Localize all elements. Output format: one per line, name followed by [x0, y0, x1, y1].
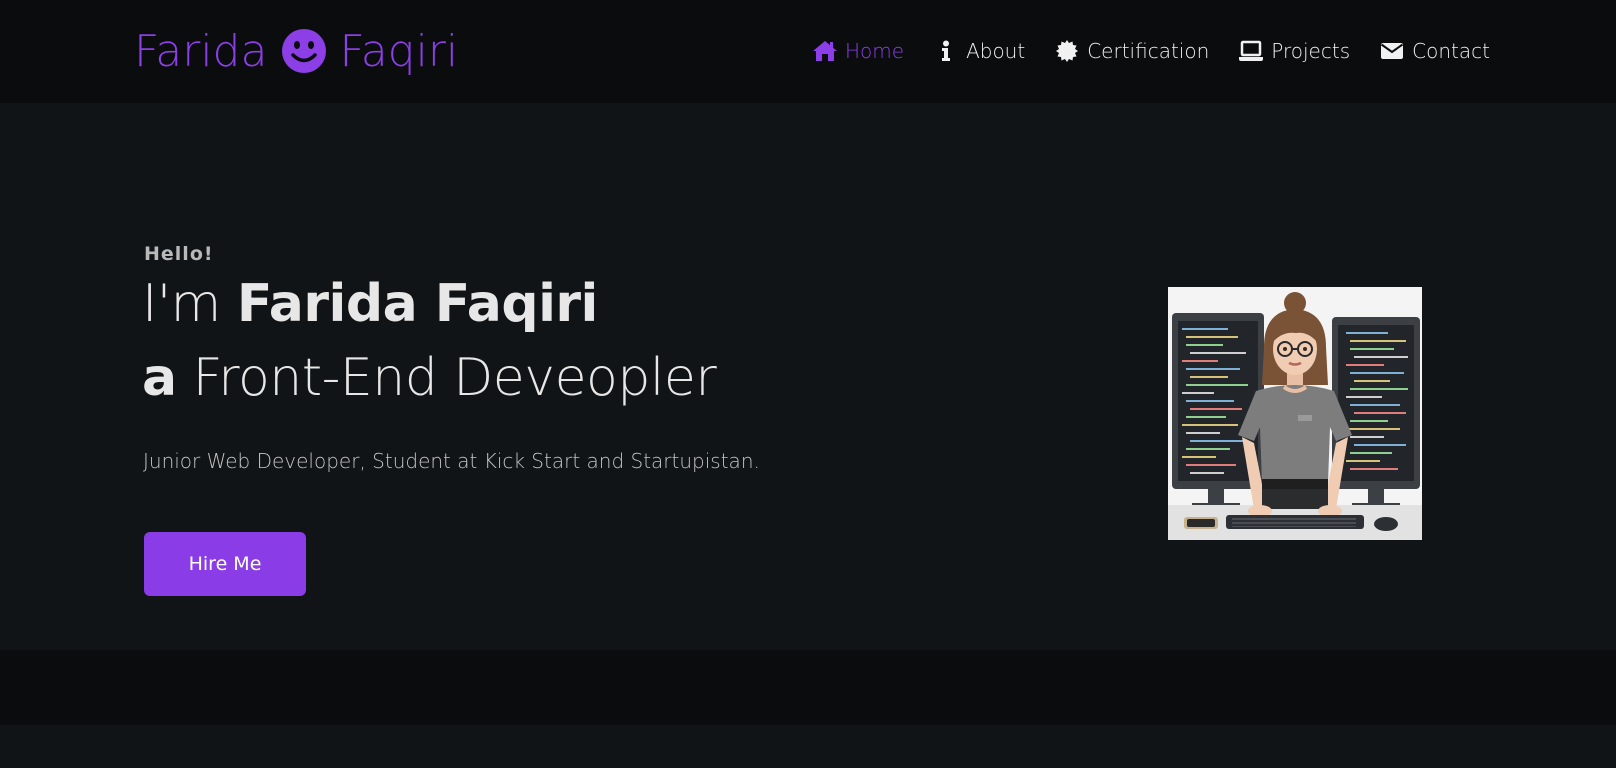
hero-name: Farida Faqiri — [236, 274, 599, 334]
role-title: Front-End Deveopler — [192, 348, 717, 408]
brand-first-name: Farida — [134, 25, 268, 77]
nav-item-label: About — [966, 39, 1026, 63]
greeting: Hello! — [144, 243, 214, 265]
nav-item-about[interactable]: About — [933, 39, 1025, 63]
nav-item-projects[interactable]: Projects — [1238, 39, 1350, 63]
navbar: Farida Faqiri Home About Certification P… — [0, 0, 1616, 103]
laptop-icon — [1238, 39, 1264, 63]
hire-me-button[interactable]: Hire Me — [144, 532, 306, 596]
smiley-icon — [281, 28, 327, 74]
brand-logo[interactable]: Farida Faqiri — [134, 22, 458, 80]
tagline: Junior Web Developer, Student at Kick St… — [143, 449, 760, 473]
info-icon — [933, 39, 959, 63]
section-divider — [0, 650, 1616, 725]
intro-heading: I'm Farida Faqiri — [142, 274, 598, 334]
role-prefix: a — [142, 348, 177, 408]
envelope-icon — [1379, 39, 1405, 63]
next-section — [0, 725, 1616, 768]
main-nav: Home About Certification Projects Contac… — [812, 34, 1490, 68]
brand-last-name: Faqiri — [339, 25, 459, 77]
nav-item-label: Projects — [1271, 39, 1351, 63]
nav-item-home[interactable]: Home — [812, 39, 904, 63]
hero-section: Hello! I'm Farida Faqiri a Front-End Dev… — [0, 103, 1616, 650]
nav-item-contact[interactable]: Contact — [1379, 39, 1490, 63]
home-icon — [812, 39, 838, 63]
nav-item-label: Contact — [1412, 39, 1490, 63]
intro-prefix: I'm — [142, 274, 221, 334]
nav-item-certification[interactable]: Certification — [1054, 39, 1209, 63]
nav-item-label: Home — [845, 39, 905, 63]
certificate-icon — [1054, 39, 1080, 63]
profile-illustration — [1168, 287, 1422, 540]
nav-item-label: Certification — [1087, 39, 1210, 63]
role-heading: a Front-End Deveopler — [142, 348, 717, 408]
